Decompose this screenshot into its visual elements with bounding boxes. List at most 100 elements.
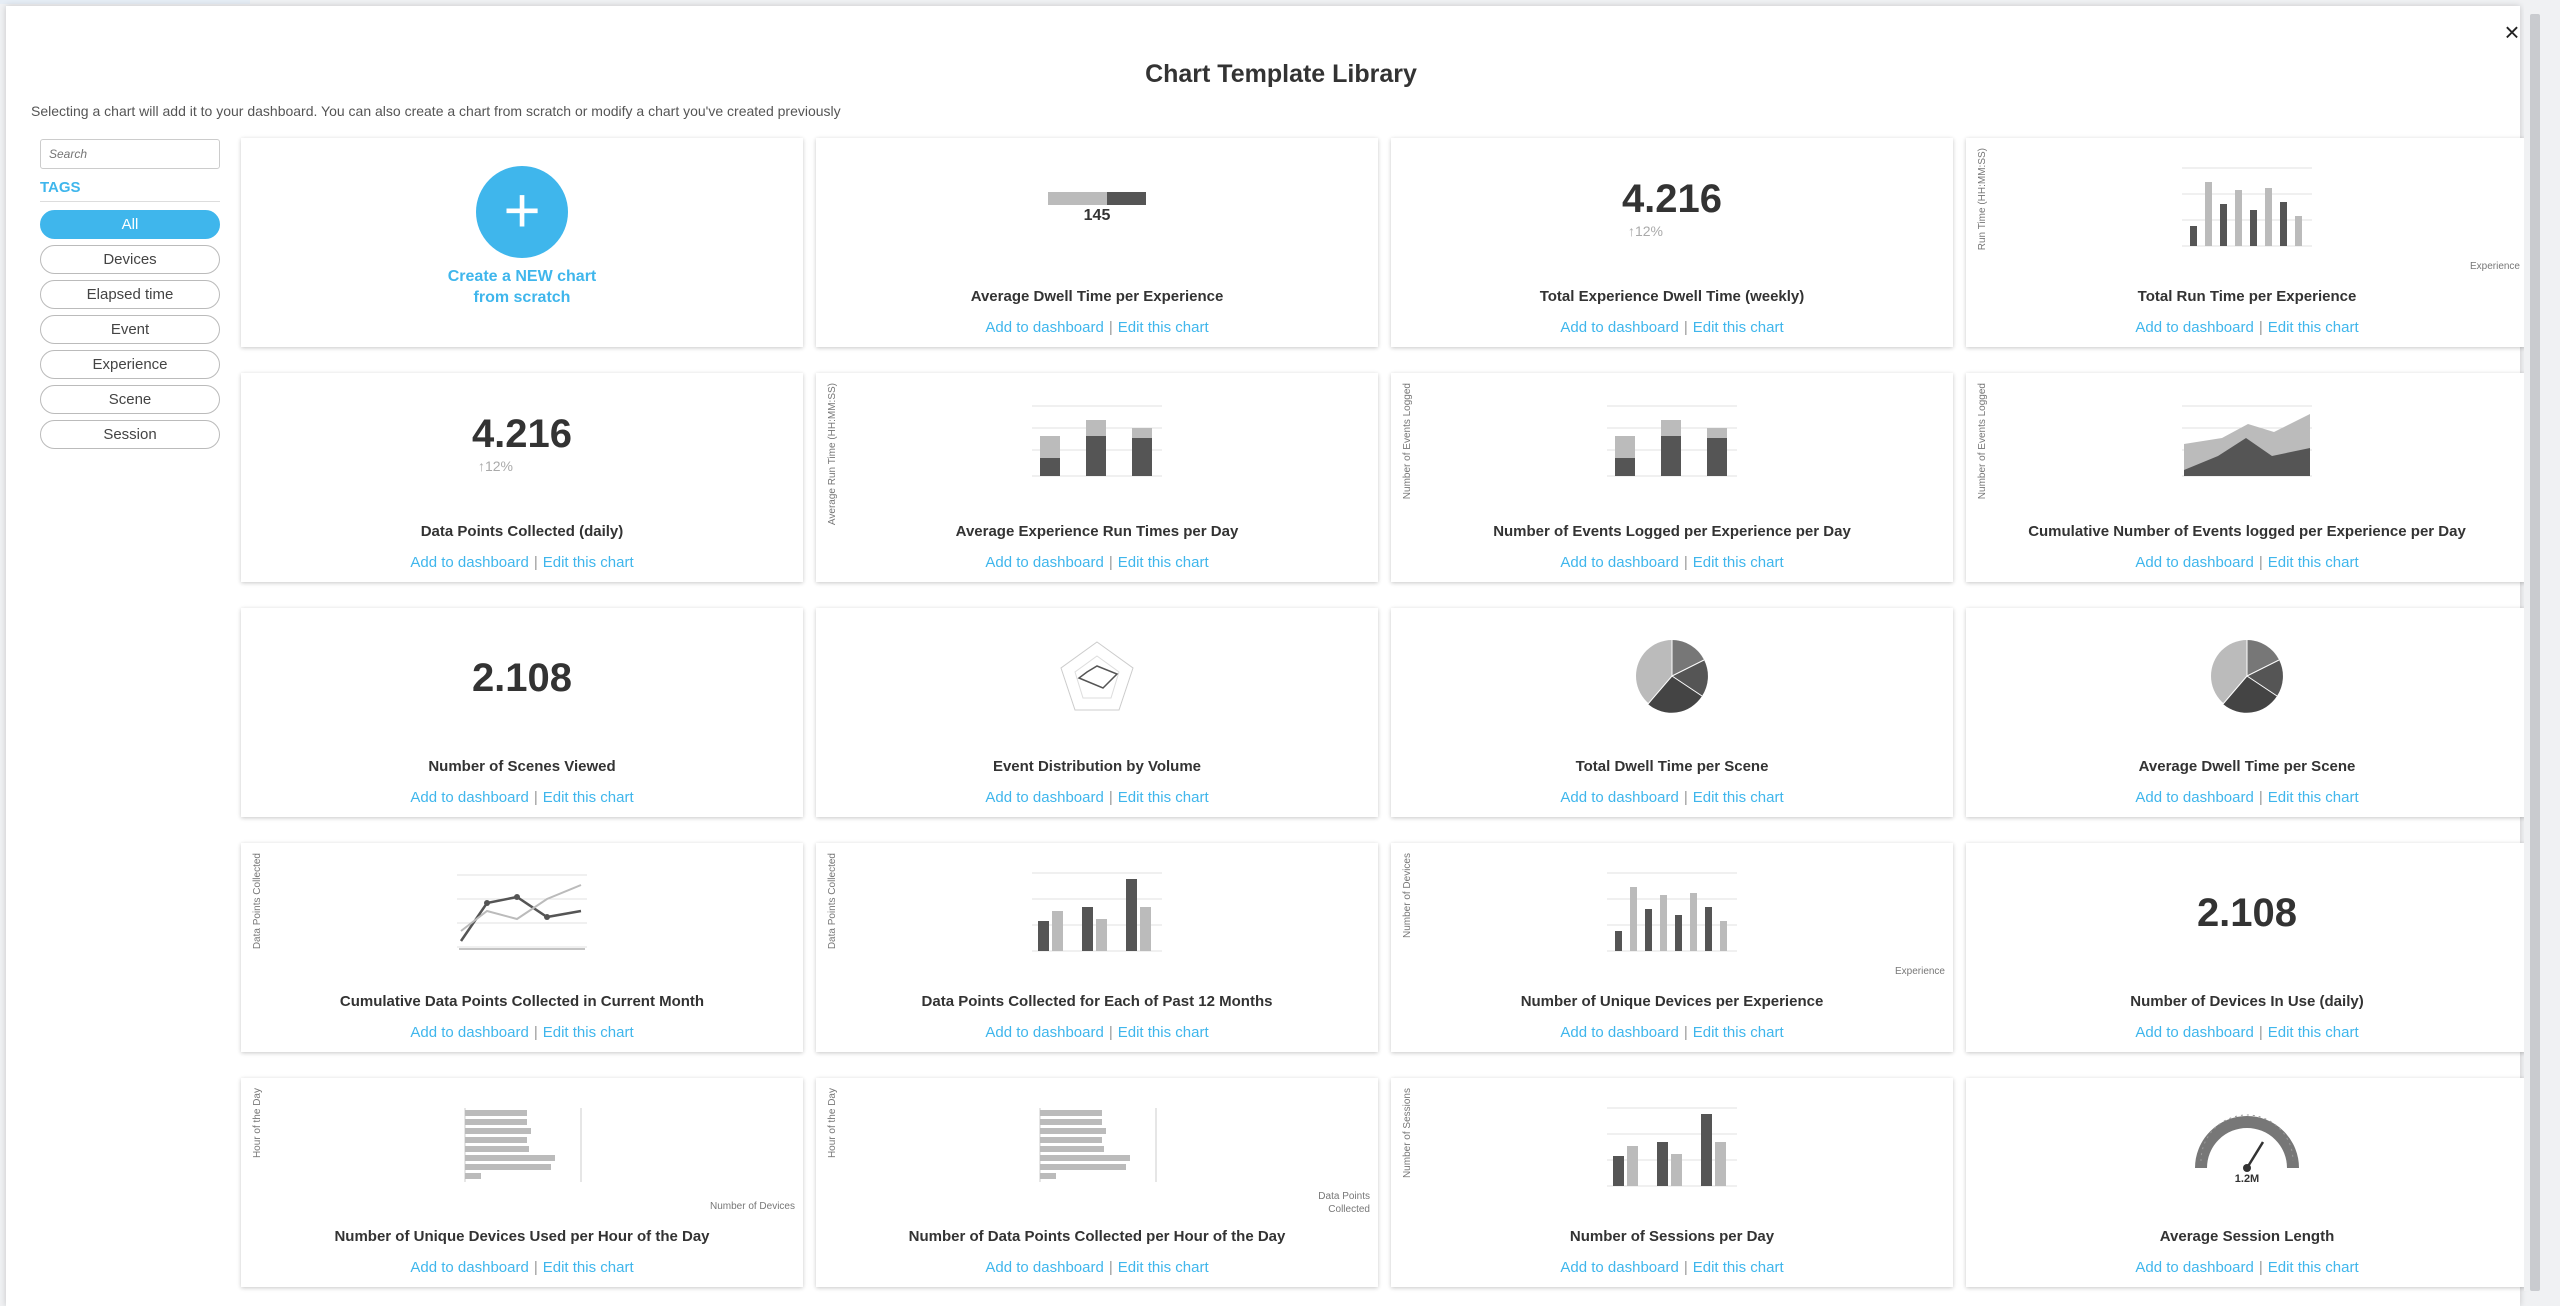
add-to-dashboard-link[interactable]: Add to dashboard <box>985 1024 1103 1041</box>
add-to-dashboard-link[interactable]: Add to dashboard <box>410 1259 528 1276</box>
chart-preview <box>1391 622 1953 734</box>
chart-card-total-experience-dwell-time-weekly[interactable]: 4.216 ↑12% Total Experience Dwell Time (we… <box>1391 138 1953 347</box>
add-to-dashboard-link[interactable]: Add to dashboard <box>2135 554 2253 571</box>
edit-chart-link[interactable]: Edit this chart <box>1118 1024 1209 1041</box>
scrollbar-thumb[interactable] <box>2530 14 2540 1291</box>
card-actions: Add to dashboard | Edit this chart <box>1391 789 1953 806</box>
add-to-dashboard-link[interactable]: Add to dashboard <box>2135 1024 2253 1041</box>
action-separator: | <box>533 789 538 806</box>
big-number-value: 2.108 <box>471 656 573 700</box>
chart-preview <box>816 622 1378 734</box>
card-actions: Add to dashboard | Edit this chart <box>241 554 803 571</box>
tag-event[interactable]: Event <box>40 315 220 344</box>
plus-icon[interactable]: + <box>476 166 568 258</box>
add-to-dashboard-link[interactable]: Add to dashboard <box>410 789 528 806</box>
add-to-dashboard-link[interactable]: Add to dashboard <box>985 319 1103 336</box>
add-to-dashboard-link[interactable]: Add to dashboard <box>410 554 528 571</box>
action-separator: | <box>533 554 538 571</box>
card-actions: Add to dashboard | Edit this chart <box>816 1259 1378 1276</box>
hbars-preview-mark <box>457 1107 587 1189</box>
tag-devices[interactable]: Devices <box>40 245 220 274</box>
edit-chart-link[interactable]: Edit this chart <box>2268 319 2359 336</box>
new-chart-card[interactable]: + Create a NEW chart from scratch <box>241 138 803 347</box>
chart-card-average-dwell-time-per-scene[interactable]: Average Dwell Time per Scene Add to dashb… <box>1966 608 2528 817</box>
action-separator: | <box>1108 1259 1113 1276</box>
new-chart-label-line1[interactable]: Create a NEW chart <box>241 266 803 287</box>
edit-chart-link[interactable]: Edit this chart <box>543 1024 634 1041</box>
edit-chart-link[interactable]: Edit this chart <box>543 789 634 806</box>
edit-chart-link[interactable]: Edit this chart <box>1693 1259 1784 1276</box>
chart-card-data-points-collected-daily[interactable]: 4.216 ↑12% Data Points Collected (daily) Ad… <box>241 373 803 582</box>
edit-chart-link[interactable]: Edit this chart <box>543 554 634 571</box>
edit-chart-link[interactable]: Edit this chart <box>1693 319 1784 336</box>
stacked-bars-preview-mark <box>1032 404 1162 483</box>
add-to-dashboard-link[interactable]: Add to dashboard <box>1560 789 1678 806</box>
add-to-dashboard-link[interactable]: Add to dashboard <box>2135 1259 2253 1276</box>
action-separator: | <box>1108 554 1113 571</box>
chart-preview <box>241 1092 803 1204</box>
chart-card-number-of-sessions-per-day[interactable]: Number of Sessions Number of Sessions per… <box>1391 1078 1953 1287</box>
add-to-dashboard-link[interactable]: Add to dashboard <box>2135 319 2253 336</box>
chart-card-cumulative-data-points-collected-in-current-month[interactable]: Data Points Collected Cumulative Data Poi… <box>241 843 803 1052</box>
chart-card-average-experience-run-times-per-day[interactable]: Average Run Time (HH:MM:SS) Average Exper… <box>816 373 1378 582</box>
edit-chart-link[interactable]: Edit this chart <box>2268 1024 2359 1041</box>
delta-value: 12% <box>1634 223 1663 239</box>
card-title: Event Distribution by Volume <box>992 758 1202 775</box>
edit-chart-link[interactable]: Edit this chart <box>1693 1024 1784 1041</box>
new-chart-label-line2[interactable]: from scratch <box>241 287 803 308</box>
chart-preview <box>1966 387 2528 499</box>
chart-card-number-of-events-logged-per-experience-per-day[interactable]: Number of Events Logged Number of Events … <box>1391 373 1953 582</box>
grouped-bars-preview-mark <box>1607 1104 1737 1193</box>
chart-card-number-of-devices-in-use-daily[interactable]: 2.108 Number of Devices In Use (daily) Add… <box>1966 843 2528 1052</box>
edit-chart-link[interactable]: Edit this chart <box>1118 554 1209 571</box>
tag-scene[interactable]: Scene <box>40 385 220 414</box>
chart-card-total-dwell-time-per-scene[interactable]: Total Dwell Time per Scene Add to dashboa… <box>1391 608 1953 817</box>
add-to-dashboard-link[interactable]: Add to dashboard <box>1560 319 1678 336</box>
tag-experience[interactable]: Experience <box>40 350 220 379</box>
chart-card-cumulative-number-of-events-logged-per-experience-per-day[interactable]: Number of Events Logged Cumulative Number… <box>1966 373 2528 582</box>
delta-indicator: ↑12% <box>472 458 572 474</box>
edit-chart-link[interactable]: Edit this chart <box>2268 789 2359 806</box>
tag-all[interactable]: All <box>40 210 220 239</box>
chart-card-average-session-length[interactable]: 1.2M Average Session Length Add to dashboa… <box>1966 1078 2528 1287</box>
chart-card-number-of-data-points-collected-per-hour-of-the-day[interactable]: Hour of the Day Data Points Collected Numb… <box>816 1078 1378 1287</box>
edit-chart-link[interactable]: Edit this chart <box>1693 789 1784 806</box>
radar-preview-mark <box>1057 638 1137 719</box>
add-to-dashboard-link[interactable]: Add to dashboard <box>2135 789 2253 806</box>
chart-card-number-of-scenes-viewed[interactable]: 2.108 Number of Scenes Viewed Add to dashb… <box>241 608 803 817</box>
edit-chart-link[interactable]: Edit this chart <box>543 1259 634 1276</box>
tag-elapsed-time[interactable]: Elapsed time <box>40 280 220 309</box>
chart-card-average-dwell-time-per-experience[interactable]: 145 Average Dwell Time per Experience Add … <box>816 138 1378 347</box>
edit-chart-link[interactable]: Edit this chart <box>1118 319 1209 336</box>
edit-chart-link[interactable]: Edit this chart <box>2268 554 2359 571</box>
add-to-dashboard-link[interactable]: Add to dashboard <box>985 1259 1103 1276</box>
chart-card-total-run-time-per-experience[interactable]: Run Time (HH:MM:SS) Experience Total Run T… <box>1966 138 2528 347</box>
big-number-block: 2.108 <box>472 656 572 700</box>
chart-card-number-of-unique-devices-per-experience[interactable]: Number of Devices Experience Number of Uni… <box>1391 843 1953 1052</box>
chart-card-data-points-collected-for-each-of-past-12-months[interactable]: Data Points Collected Data Points Collect… <box>816 843 1378 1052</box>
add-to-dashboard-link[interactable]: Add to dashboard <box>1560 1024 1678 1041</box>
tag-session[interactable]: Session <box>40 420 220 449</box>
edit-chart-link[interactable]: Edit this chart <box>2268 1259 2359 1276</box>
bars-varied-preview-mark <box>2182 164 2312 253</box>
chart-preview: 1.2M <box>1966 1092 2528 1204</box>
chart-card-number-of-unique-devices-used-per-hour-of-the-day[interactable]: Hour of the Day Number of Devices Number o… <box>241 1078 803 1287</box>
add-to-dashboard-link[interactable]: Add to dashboard <box>1560 1259 1678 1276</box>
edit-chart-link[interactable]: Edit this chart <box>1118 789 1209 806</box>
chart-card-event-distribution-by-volume[interactable]: Event Distribution by Volume Add to dashb… <box>816 608 1378 817</box>
edit-chart-link[interactable]: Edit this chart <box>1693 554 1784 571</box>
tag-list: All Devices Elapsed time Event Experience Sce… <box>40 210 222 449</box>
add-to-dashboard-link[interactable]: Add to dashboard <box>985 554 1103 571</box>
action-separator: | <box>2258 554 2263 571</box>
bars-varied-preview-mark <box>1607 869 1737 958</box>
add-to-dashboard-link[interactable]: Add to dashboard <box>1560 554 1678 571</box>
big-number-value: 4.216 <box>471 412 573 456</box>
action-separator: | <box>1108 1024 1113 1041</box>
search-input[interactable] <box>40 139 220 169</box>
edit-chart-link[interactable]: Edit this chart <box>1118 1259 1209 1276</box>
card-actions: Add to dashboard | Edit this chart <box>816 554 1378 571</box>
add-to-dashboard-link[interactable]: Add to dashboard <box>985 789 1103 806</box>
chart-preview <box>1391 857 1953 969</box>
action-separator: | <box>2258 319 2263 336</box>
add-to-dashboard-link[interactable]: Add to dashboard <box>410 1024 528 1041</box>
